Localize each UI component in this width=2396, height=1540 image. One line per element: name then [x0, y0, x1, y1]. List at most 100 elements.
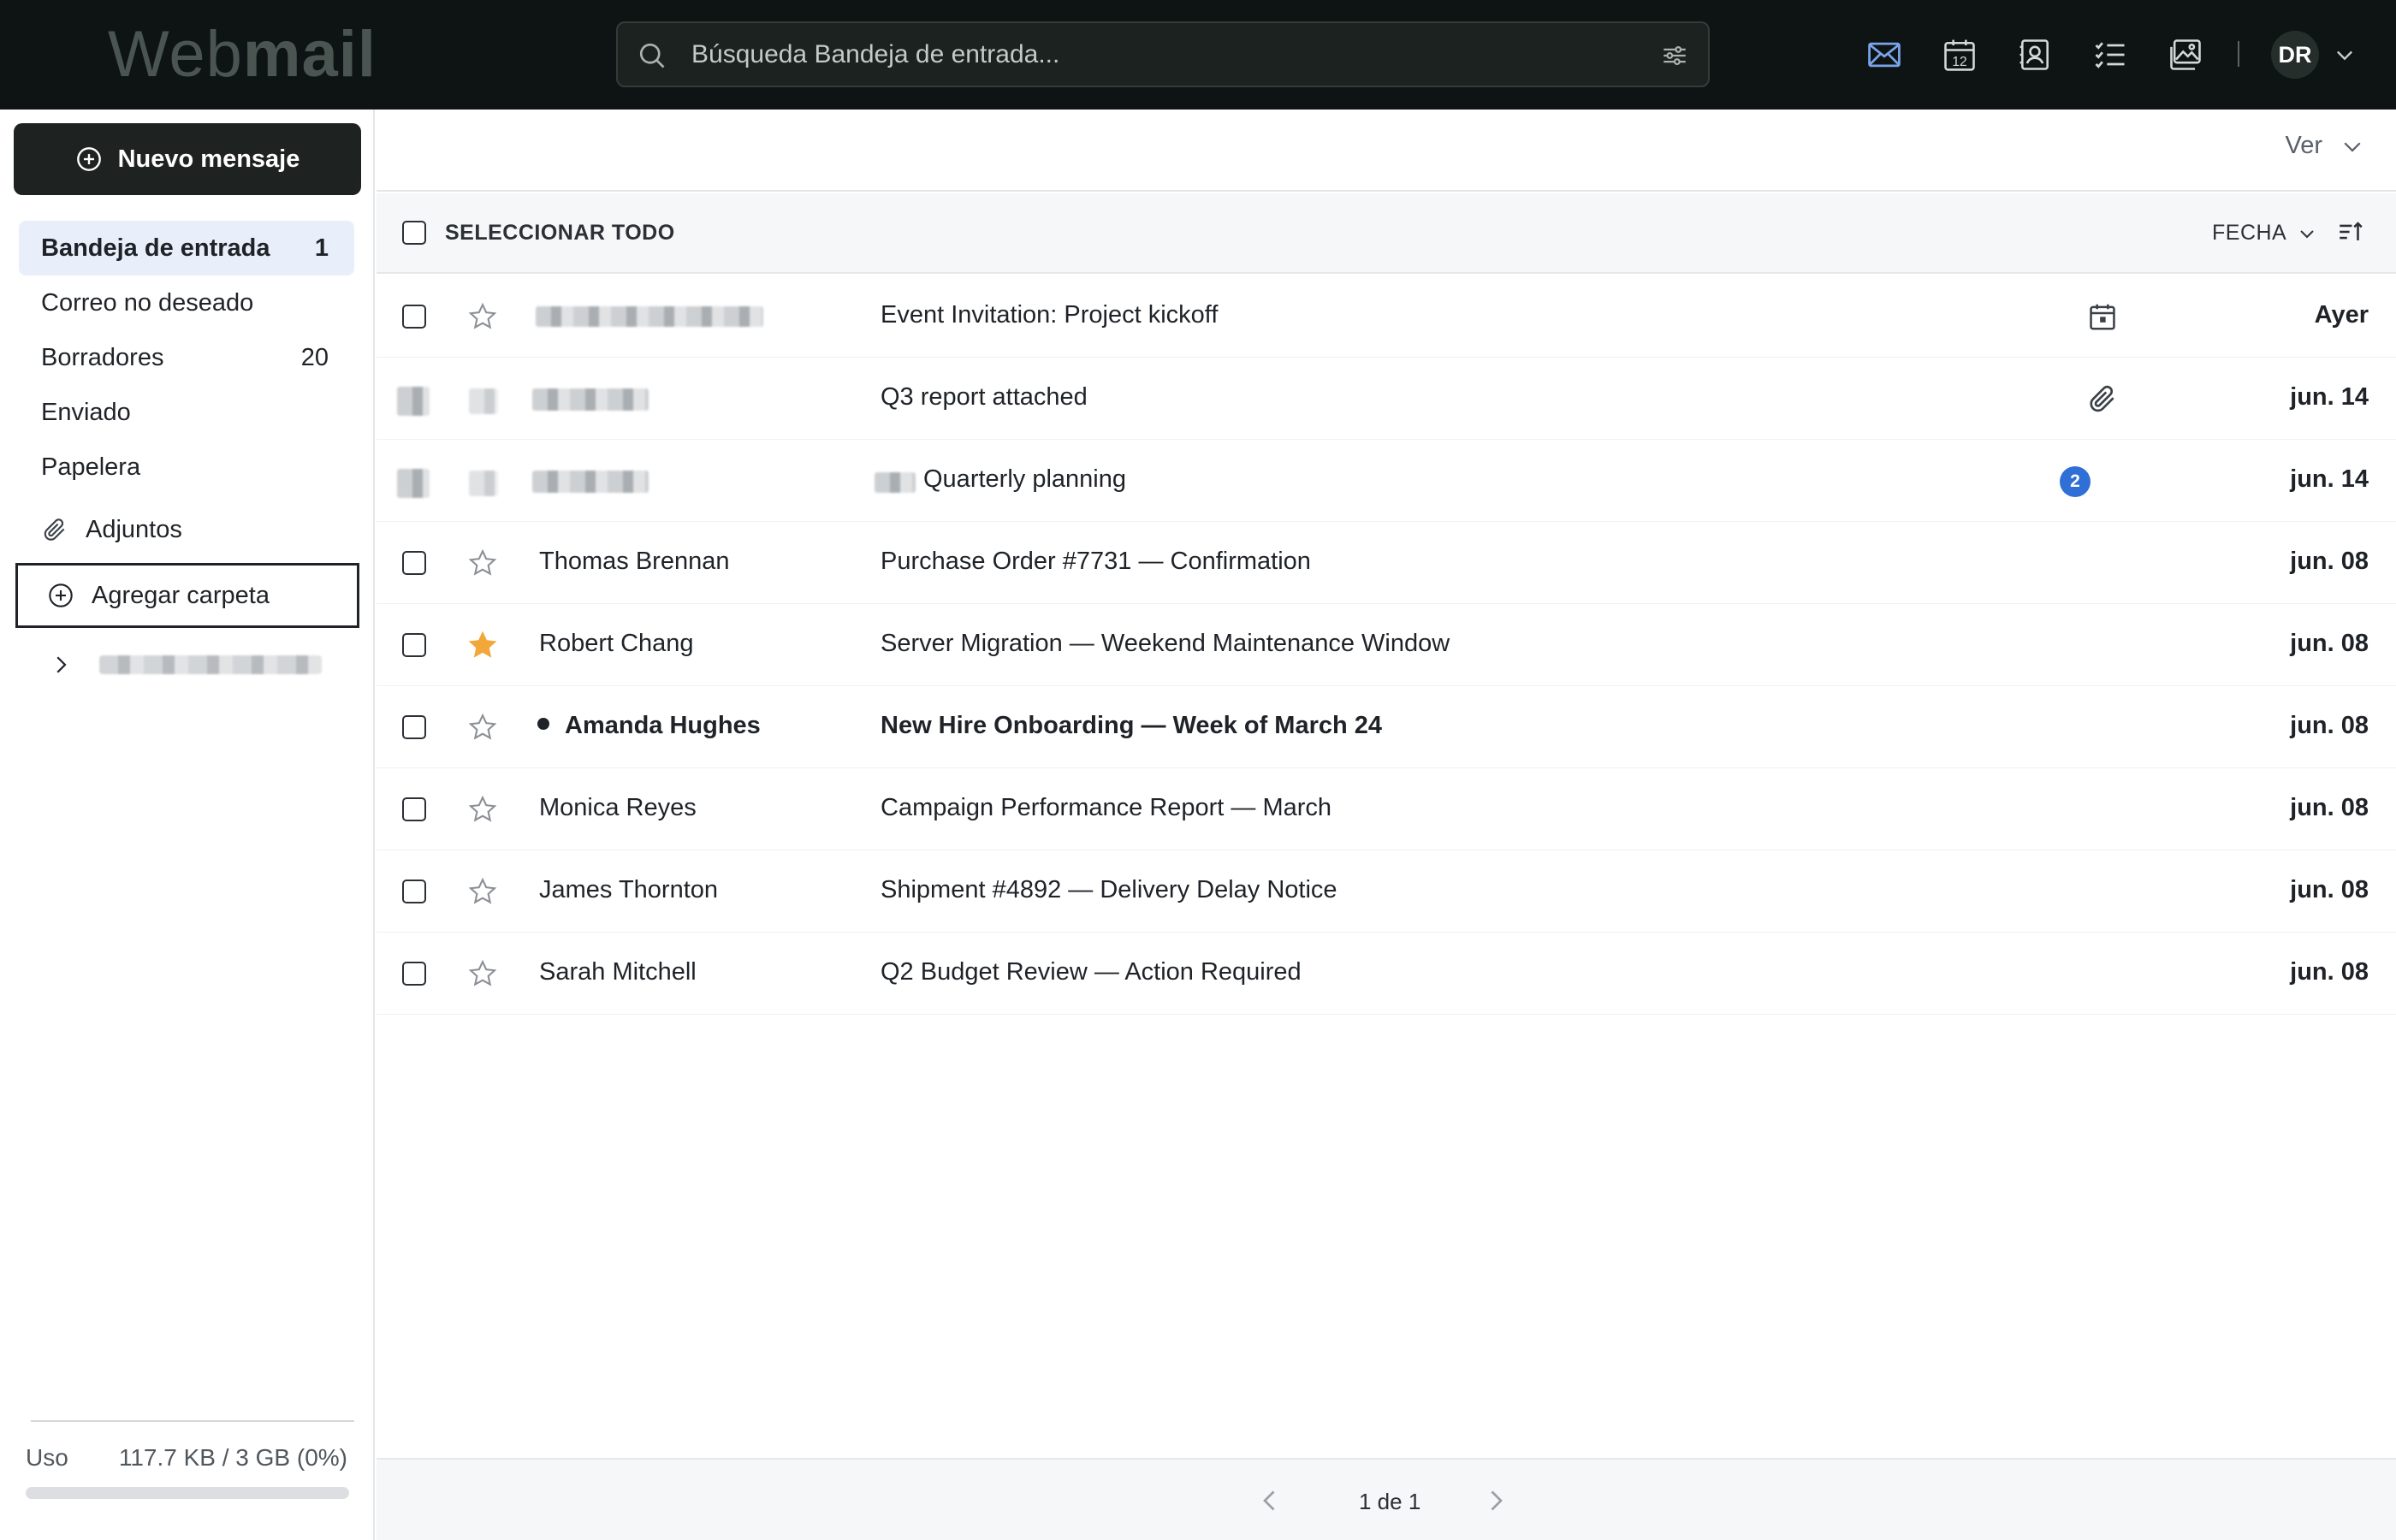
- redacted-star: [469, 388, 498, 414]
- chevron-left-icon[interactable]: [1254, 1485, 1285, 1516]
- star-icon[interactable]: [467, 712, 498, 743]
- message-sender: Monica Reyes: [539, 794, 697, 821]
- folder-inbox[interactable]: Bandeja de entrada 1: [19, 221, 354, 275]
- sort-order-icon[interactable]: [2336, 217, 2365, 246]
- compose-label: Nuevo mensaje: [117, 145, 300, 173]
- paperclip-icon: [2090, 385, 2114, 412]
- view-button[interactable]: Ver: [2285, 132, 2365, 160]
- message-sender: Thomas Brennan: [539, 548, 730, 575]
- usage-value: 117.7 KB / 3 GB (0%): [118, 1444, 347, 1471]
- message-row[interactable]: Thomas Brennan Purchase Order #7731 — Co…: [377, 522, 2396, 604]
- unread-dot: [537, 718, 549, 731]
- compose-button[interactable]: Nuevo mensaje: [14, 123, 361, 195]
- redacted-sender: [532, 388, 649, 411]
- search-input[interactable]: [691, 23, 1598, 86]
- view-label: Ver: [2285, 132, 2322, 159]
- mail-icon[interactable]: [1860, 31, 1908, 79]
- select-all-label[interactable]: SELECCIONAR TODO: [445, 221, 675, 246]
- chevron-right-icon[interactable]: [1480, 1485, 1511, 1516]
- calendar-day: 12: [1952, 55, 1966, 69]
- folder-trash[interactable]: Papelera: [19, 440, 354, 495]
- message-date: jun. 08: [2290, 958, 2369, 986]
- message-row[interactable]: Sarah Mitchell Q2 Budget Review — Action…: [377, 933, 2396, 1015]
- message-row[interactable]: Quarterly planning 2 jun. 14: [377, 440, 2396, 522]
- redacted-folder-name: [99, 655, 322, 674]
- message-row[interactable]: Q3 report attached jun. 14: [377, 358, 2396, 440]
- row-checkbox[interactable]: [402, 551, 426, 575]
- folder-attachments[interactable]: Adjuntos: [41, 508, 182, 551]
- redacted-sender: [532, 471, 649, 493]
- tasks-icon[interactable]: [2086, 31, 2134, 79]
- chevron-right-icon[interactable]: [48, 652, 74, 678]
- app-logo[interactable]: Webmail: [108, 19, 377, 91]
- divider: [31, 1420, 354, 1422]
- row-checkbox[interactable]: [402, 715, 426, 739]
- message-sender: Amanda Hughes: [565, 712, 761, 739]
- message-subject: Shipment #4892 — Delivery Delay Notice: [881, 876, 1337, 903]
- row-checkbox[interactable]: [402, 797, 426, 821]
- folder-tree-item[interactable]: [48, 643, 322, 686]
- calendar-icon[interactable]: 12: [1936, 31, 1984, 79]
- star-icon[interactable]: [467, 301, 498, 332]
- page-indicator: 1 de 1: [1359, 1489, 1421, 1514]
- message-sender: Sarah Mitchell: [539, 958, 697, 986]
- photos-icon[interactable]: [2162, 31, 2209, 79]
- message-subject: Q2 Budget Review — Action Required: [881, 958, 1302, 986]
- message-date: Ayer: [2314, 301, 2369, 329]
- sidebar: Nuevo mensaje Bandeja de entrada 1 Corre…: [0, 110, 375, 1540]
- folder-label: Bandeja de entrada: [41, 234, 270, 262]
- calendar-icon: [2090, 304, 2115, 330]
- message-date: jun. 14: [2290, 465, 2369, 493]
- star-icon[interactable]: [467, 548, 498, 578]
- sort-field-dropdown[interactable]: FECHA: [2212, 221, 2286, 246]
- avatar[interactable]: DR: [2271, 31, 2319, 79]
- top-bar: Webmail 12 DR: [0, 0, 2396, 110]
- plus-circle-icon: [49, 583, 73, 607]
- message-row[interactable]: Monica Reyes Campaign Performance Report…: [377, 768, 2396, 850]
- star-icon[interactable]: [467, 958, 498, 989]
- row-checkbox[interactable]: [402, 633, 426, 657]
- folder-drafts[interactable]: Borradores 20: [19, 330, 354, 385]
- star-filled-icon[interactable]: [467, 630, 498, 660]
- filter-icon[interactable]: [1660, 41, 1689, 70]
- paperclip-icon: [44, 518, 65, 541]
- contacts-icon[interactable]: [2011, 31, 2059, 79]
- message-date: jun. 08: [2290, 548, 2369, 575]
- add-folder-label: Agregar carpeta: [92, 581, 270, 609]
- logo-text-web: Web: [108, 18, 243, 91]
- folder-count: 1: [314, 234, 329, 262]
- thread-count-badge: 2: [2060, 466, 2091, 497]
- star-icon[interactable]: [467, 876, 498, 907]
- folder-count: 20: [300, 343, 329, 371]
- message-date: jun. 08: [2290, 876, 2369, 903]
- folder-label: Correo no deseado: [41, 288, 254, 317]
- message-row[interactable]: Robert Chang Server Migration — Weekend …: [377, 604, 2396, 686]
- message-row[interactable]: James Thornton Shipment #4892 — Delivery…: [377, 850, 2396, 933]
- message-subject: Event Invitation: Project kickoff: [881, 301, 1219, 329]
- message-list-pane: Ver SELECCIONAR TODO FECHA Event Invitat…: [377, 110, 2396, 1540]
- row-checkbox[interactable]: [402, 305, 426, 329]
- redacted-checkbox: [397, 387, 430, 416]
- usage-bar: [26, 1487, 349, 1499]
- folder-spam[interactable]: Correo no deseado: [19, 275, 354, 330]
- chevron-down-icon[interactable]: [2297, 223, 2317, 244]
- view-toolbar: Ver: [377, 110, 2396, 192]
- select-all-checkbox[interactable]: [402, 221, 426, 245]
- search-icon: [639, 43, 665, 68]
- message-row[interactable]: Amanda Hughes New Hire Onboarding — Week…: [377, 686, 2396, 768]
- attachments-label: Adjuntos: [86, 515, 182, 543]
- folder-sent[interactable]: Enviado: [19, 385, 354, 440]
- message-date: jun. 08: [2290, 630, 2369, 657]
- redacted-checkbox: [397, 469, 430, 498]
- chevron-down-icon[interactable]: [2333, 43, 2357, 67]
- message-sender: Robert Chang: [539, 630, 694, 657]
- add-folder-button[interactable]: Agregar carpeta: [15, 563, 359, 628]
- message-row[interactable]: Event Invitation: Project kickoff Ayer: [377, 275, 2396, 358]
- redacted-star: [469, 471, 498, 496]
- message-subject: New Hire Onboarding — Week of March 24: [881, 712, 1383, 739]
- star-icon[interactable]: [467, 794, 498, 825]
- message-subject: Quarterly planning: [923, 465, 1126, 493]
- row-checkbox[interactable]: [402, 962, 426, 986]
- row-checkbox[interactable]: [402, 880, 426, 903]
- message-date: jun. 08: [2290, 794, 2369, 821]
